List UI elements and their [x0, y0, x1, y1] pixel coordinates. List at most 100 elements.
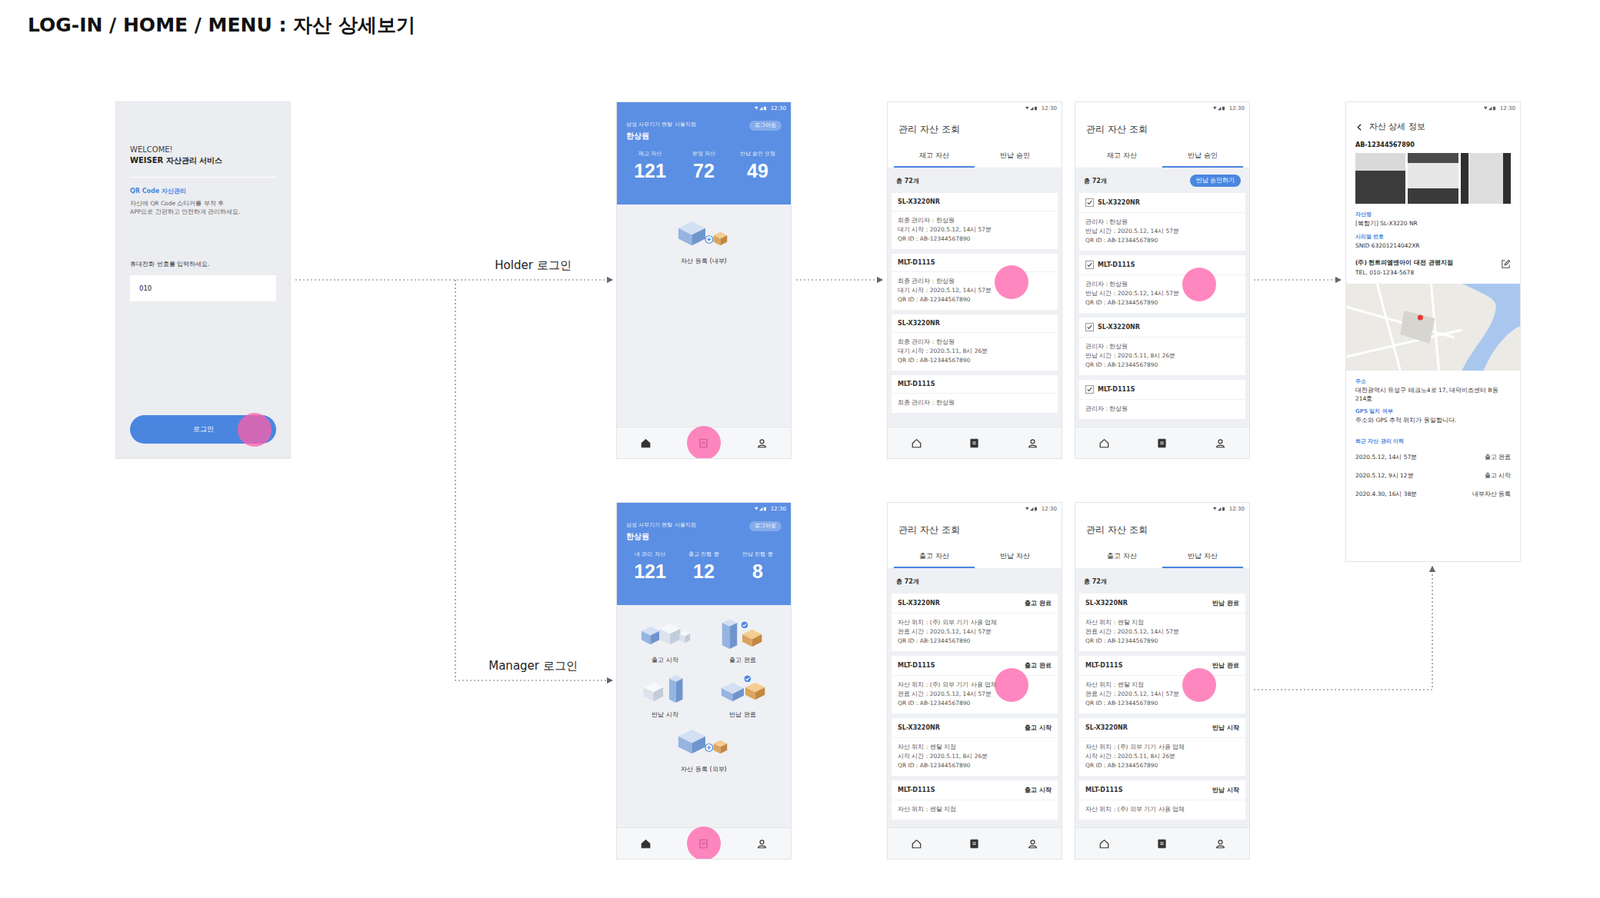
nav-button[interactable]	[1089, 429, 1120, 457]
nav-button[interactable]	[1146, 429, 1178, 457]
nav-button[interactable]	[1146, 830, 1178, 858]
nav-button[interactable]	[630, 830, 662, 858]
asset-card[interactable]: SL-X3220NR 관리자 : 한상원반납 시간 : 2020.5.12, 1…	[1079, 193, 1246, 251]
user-name: 한상원	[626, 531, 697, 543]
menu-item[interactable]: 출고 완료	[703, 617, 782, 665]
tab[interactable]: 재고 자산	[1081, 145, 1163, 168]
signal-battery-icon	[1025, 106, 1040, 111]
asset-card[interactable]: SL-X3220NR 최종 관리자 : 한상원대기 시작 : 2020.5.12…	[891, 193, 1058, 250]
screen-title: 관리 자산 조회	[1075, 515, 1250, 547]
screen-title: 관리 자산 조회	[887, 114, 1062, 146]
signal-battery-icon	[1213, 106, 1227, 111]
nav-button[interactable]	[959, 429, 990, 457]
clock: 12:30	[1229, 506, 1245, 513]
approve-button[interactable]: 반납 승인하기	[1190, 174, 1241, 187]
nav-button[interactable]	[688, 830, 720, 858]
asset-photo[interactable]	[1407, 153, 1458, 204]
field-label: 자산명	[1355, 210, 1511, 219]
asset-card[interactable]: MLT-D111S 최종 관리자 : 한상원	[891, 375, 1058, 414]
asset-card[interactable]: SL-X3220NR 반납 완료 자산 위치 : 렌탈 지점완료 시간 : 20…	[1079, 593, 1246, 652]
menu-item[interactable]: 출고 시작	[626, 617, 704, 665]
asset-card[interactable]: SL-X3220NR 관리자 : 한상원반납 시간 : 2020.5.11, 8…	[1079, 317, 1246, 376]
tab[interactable]: 출고 자산	[1081, 546, 1163, 569]
user-name: 한상원	[626, 130, 697, 142]
asset-card[interactable]: MLT-D111S 최종 관리자 : 한상원대기 시작 : 2020.5.12,…	[891, 253, 1058, 310]
menu-item[interactable]: 자산 등록 (내부)	[673, 218, 734, 266]
nav-button[interactable]	[1016, 429, 1048, 457]
flow-label: Holder 로그인	[494, 258, 571, 274]
tab[interactable]: 반납 승인	[1162, 145, 1244, 168]
asset-card[interactable]: MLT-D111S 출고 완료 자산 위치 : (주) 외부 기기 사용 업체완…	[891, 656, 1058, 714]
home-icon	[640, 838, 652, 850]
tab[interactable]: 반납 승인	[974, 145, 1056, 168]
list-icon	[968, 437, 980, 450]
bottom-nav	[887, 426, 1062, 459]
checkbox[interactable]	[1085, 198, 1094, 207]
stat: 반납 승인 요청 49	[730, 150, 785, 181]
asset-card[interactable]: MLT-D111S 관리자 : 한상원반납 시간 : 2020.5.12, 14…	[1079, 255, 1246, 314]
home-icon	[640, 437, 652, 450]
nav-button[interactable]	[1089, 830, 1120, 858]
branch-name: 삼성 사무기기 렌탈 서울지점	[626, 521, 697, 530]
stat: 반납 진행 중 8	[730, 551, 785, 582]
menu-area: 출고 시작 출고 완료 반납 시작 반납 완료 자산 등록 (외부)	[616, 605, 791, 828]
nav-button[interactable]	[901, 830, 933, 858]
status-label: 출고 시작	[1024, 786, 1052, 795]
nav-button[interactable]	[959, 830, 990, 858]
stat: 내 관리 자산 121	[623, 551, 677, 582]
nav-button[interactable]	[630, 429, 662, 457]
status-label: 출고 완료	[1024, 661, 1052, 670]
total-row: 총 72개 반납 승인하기	[1079, 168, 1246, 194]
bottom-nav	[1075, 426, 1250, 459]
back-icon[interactable]	[1355, 123, 1364, 132]
field-label: 주소	[1355, 377, 1511, 386]
checkbox[interactable]	[1085, 323, 1094, 332]
location-map[interactable]	[1346, 283, 1520, 371]
nav-button[interactable]	[1016, 830, 1048, 858]
list-icon	[1156, 838, 1168, 850]
phone-input[interactable]: 010	[130, 275, 277, 302]
asset-card[interactable]: MLT-D111S 관리자 : 한상원	[1079, 380, 1246, 420]
check-icon	[1086, 386, 1094, 394]
tab[interactable]: 출고 자산	[893, 546, 975, 569]
logout-button[interactable]: 로그아웃	[749, 120, 782, 131]
asset-card[interactable]: SL-X3220NR 출고 완료 자산 위치 : (주) 외부 기기 사용 업체…	[891, 593, 1058, 652]
asset-card[interactable]: SL-X3220NR 반납 시작 자산 위치 : (주) 외부 기기 사용 업체…	[1079, 718, 1246, 777]
nav-button[interactable]	[746, 830, 777, 858]
asset-card[interactable]: MLT-D111S 반납 완료 자산 위치 : 렌탈 지점완료 시간 : 202…	[1079, 656, 1246, 714]
nav-button[interactable]	[1204, 830, 1236, 858]
asset-card[interactable]: SL-X3220NR 출고 시작 자산 위치 : 렌탈 지점시작 시간 : 20…	[891, 718, 1058, 777]
nav-button[interactable]	[901, 429, 933, 457]
checkbox[interactable]	[1085, 385, 1094, 394]
nav-button[interactable]	[746, 429, 777, 457]
signal-battery-icon	[754, 106, 769, 111]
menu-item[interactable]: 반납 시작	[626, 672, 704, 720]
menu-item[interactable]: 자산 등록 (외부)	[626, 726, 782, 774]
asset-card[interactable]: SL-X3220NR 최종 관리자 : 한상원대기 시작 : 2020.5.11…	[891, 314, 1058, 371]
asset-photo[interactable]	[1355, 153, 1406, 204]
checkbox[interactable]	[1085, 260, 1094, 270]
flow-label: Manager 로그인	[488, 659, 578, 674]
home-icon	[1098, 437, 1110, 450]
nav-button[interactable]	[1204, 429, 1236, 457]
clock: 12:30	[1041, 506, 1057, 513]
person-icon	[1026, 437, 1039, 450]
list-screen: 12:30 관리 자산 조회 재고 자산반납 승인 총 72개 반납 승인하기 …	[1075, 102, 1250, 459]
edit-icon[interactable]	[1500, 259, 1511, 270]
tab[interactable]: 재고 자산	[893, 145, 975, 168]
status-label: 반납 시작	[1212, 786, 1240, 795]
asset-card[interactable]: MLT-D111S 출고 시작 자산 위치 : 렌탈 지점	[891, 780, 1058, 820]
touch-marker	[1182, 267, 1217, 302]
asset-photo[interactable]	[1460, 153, 1511, 204]
tab[interactable]: 반납 자산	[1162, 546, 1244, 569]
asset-card[interactable]: MLT-D111S 반납 시작 자산 위치 : (주) 외부 기기 사용 업체	[1079, 780, 1246, 820]
login-button[interactable]: 로그인	[130, 415, 277, 444]
status-label: 반납 시작	[1212, 723, 1240, 733]
tab-bar: 출고 자산반납 자산	[887, 546, 1062, 570]
logout-button[interactable]: 로그아웃	[749, 521, 782, 532]
menu-item[interactable]: 반납 완료	[703, 672, 782, 720]
tab[interactable]: 반납 자산	[974, 546, 1056, 569]
bottom-nav	[616, 426, 791, 459]
nav-button[interactable]	[688, 429, 720, 457]
status-label: 출고 시작	[1024, 723, 1052, 733]
